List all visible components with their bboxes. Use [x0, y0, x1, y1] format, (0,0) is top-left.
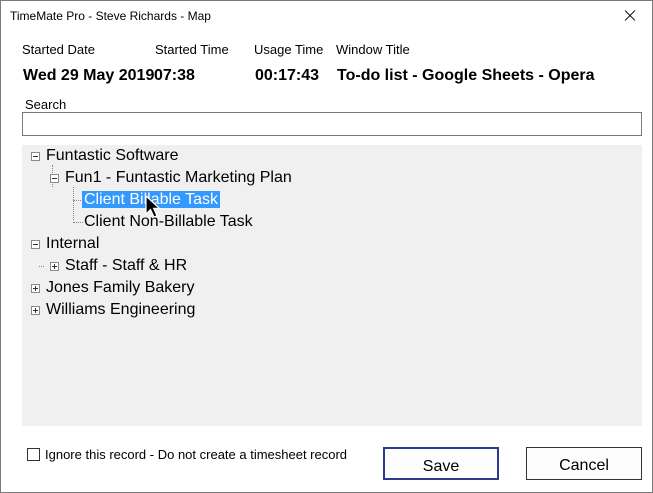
collapse-icon[interactable] — [31, 240, 40, 249]
window-title: TimeMate Pro - Steve Richards - Map — [10, 9, 211, 23]
expand-icon[interactable] — [31, 306, 40, 315]
tree-line — [73, 187, 74, 220]
window-title-header: Window Title — [336, 42, 410, 57]
collapse-icon[interactable] — [50, 174, 59, 183]
usage-time-header: Usage Time — [254, 42, 324, 57]
tree-node-staff-hr[interactable]: Staff - Staff & HR — [50, 255, 188, 277]
started-date-header: Started Date — [22, 42, 95, 57]
save-button[interactable]: Save — [383, 447, 499, 480]
ignore-record-checkbox[interactable] — [27, 448, 40, 461]
collapse-icon[interactable] — [31, 152, 40, 161]
tree-node-label: Jones Family Bakery — [46, 279, 195, 296]
window-title-value: To-do list - Google Sheets - Opera — [337, 67, 595, 84]
ignore-record-label[interactable]: Ignore this record - Do not create a tim… — [45, 447, 347, 462]
tree-node-label: Funtastic Software — [46, 147, 179, 164]
expand-icon[interactable] — [31, 284, 40, 293]
started-date-value: Wed 29 May 2019 — [23, 67, 154, 84]
cancel-button[interactable]: Cancel — [526, 447, 642, 480]
close-icon[interactable] — [606, 1, 652, 31]
tree-node-internal[interactable]: Internal — [31, 233, 100, 255]
tree-node-williams-engineering[interactable]: Williams Engineering — [31, 299, 196, 321]
started-time-header: Started Time — [155, 42, 229, 57]
title-bar[interactable]: TimeMate Pro - Steve Richards - Map — [1, 1, 652, 31]
tree-node-funtastic-software[interactable]: Funtastic Software — [31, 145, 179, 167]
tree-node-label: Fun1 - Funtastic Marketing Plan — [65, 169, 292, 186]
tree-line — [39, 266, 44, 267]
mouse-pointer-icon — [145, 195, 162, 218]
tree-node-client-non-billable-task[interactable]: Client Non-Billable Task — [84, 211, 253, 233]
tree-node-fun1-marketing-plan[interactable]: Fun1 - Funtastic Marketing Plan — [50, 167, 292, 189]
project-task-tree[interactable]: Funtastic Software Fun1 - Funtastic Mark… — [22, 145, 642, 426]
usage-time-value: 00:17:43 — [255, 67, 320, 84]
tree-node-label: Client Non-Billable Task — [84, 213, 253, 230]
started-time-value: 07:38 — [154, 67, 195, 84]
timemate-map-window: TimeMate Pro - Steve Richards - Map Star… — [0, 0, 653, 493]
search-label: Search — [25, 97, 67, 112]
tree-node-label: Williams Engineering — [46, 301, 196, 318]
tree-node-jones-family-bakery[interactable]: Jones Family Bakery — [31, 277, 195, 299]
expand-icon[interactable] — [50, 262, 59, 271]
tree-line — [73, 222, 83, 223]
tree-node-label: Internal — [46, 235, 100, 252]
search-input[interactable] — [22, 112, 642, 136]
tree-node-label: Staff - Staff & HR — [65, 257, 188, 274]
